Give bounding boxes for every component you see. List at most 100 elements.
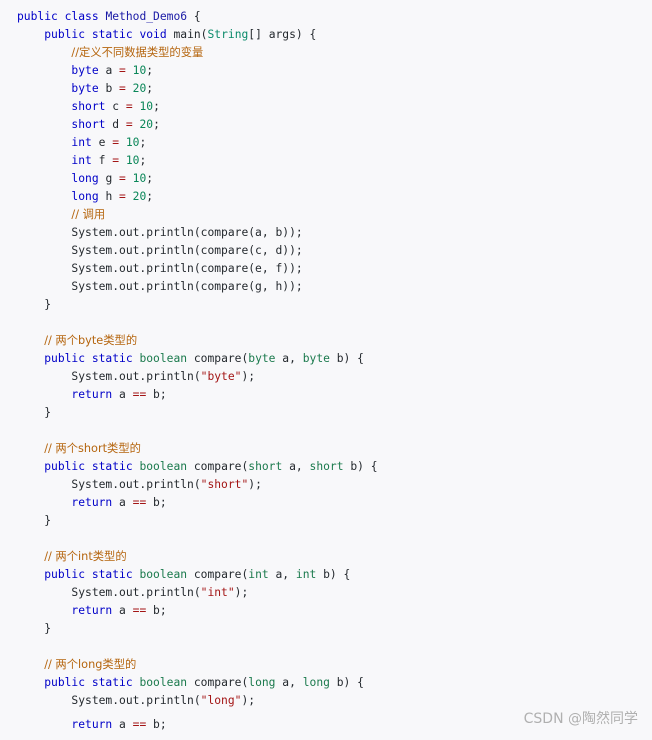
- variable-declaration: long h = 20;: [17, 188, 652, 206]
- variable-declaration: byte b = 20;: [17, 80, 652, 98]
- number: 10: [125, 154, 140, 167]
- number: 20: [132, 190, 147, 203]
- closing-brace: }: [17, 404, 652, 422]
- param-type: long: [302, 676, 330, 689]
- csdn-watermark: CSDN @陶然同学: [523, 711, 638, 727]
- method-signature: public static boolean compare(int a, int…: [17, 566, 652, 584]
- variable-declaration: long g = 10;: [17, 170, 652, 188]
- closing-brace: }: [17, 620, 652, 638]
- println-call: System.out.println(compare(e, f));: [17, 260, 652, 278]
- variable-declaration: short d = 20;: [17, 116, 652, 134]
- keyword: public class: [17, 10, 99, 23]
- statement: System.out.println(: [71, 586, 201, 599]
- println-call: System.out.println("byte");: [17, 368, 652, 386]
- operator: ==: [132, 388, 147, 401]
- param: b) {: [329, 352, 364, 365]
- punct: {: [187, 10, 201, 23]
- punct: );: [248, 478, 262, 491]
- operand: b;: [146, 496, 167, 509]
- type-keyword: short: [71, 100, 106, 113]
- punct: ;: [146, 190, 154, 203]
- type-keyword: int: [71, 136, 92, 149]
- operand: a: [112, 604, 133, 617]
- keyword: return: [71, 388, 113, 401]
- println-call: System.out.println(compare(g, h));: [17, 278, 652, 296]
- punct: ;: [146, 172, 154, 185]
- operator: =: [119, 64, 126, 77]
- type-keyword: int: [71, 154, 92, 167]
- method-signature: public static boolean compare(byte a, by…: [17, 350, 652, 368]
- println-call: System.out.println(compare(c, d));: [17, 242, 652, 260]
- method-name: compare(: [187, 676, 249, 689]
- operator: =: [112, 154, 120, 167]
- number: 10: [132, 64, 147, 77]
- compare-methods: // 两个byte类型的 public static boolean compa…: [17, 314, 652, 734]
- println-call: System.out.println("short");: [17, 476, 652, 494]
- comment: // 两个byte类型的: [44, 334, 138, 347]
- param-type: byte: [302, 352, 330, 365]
- punct: ;: [153, 118, 160, 131]
- variable-declarations: byte a = 10; byte b = 20; short c = 10; …: [17, 62, 652, 206]
- operator: =: [112, 136, 120, 149]
- comment-line: // 两个int类型的: [17, 548, 652, 566]
- type: String: [207, 28, 249, 41]
- operator: ==: [132, 496, 147, 509]
- operand: b;: [146, 388, 167, 401]
- brace: }: [44, 406, 52, 419]
- return-type: void: [139, 28, 167, 41]
- class-name: Method_Demo6: [105, 10, 188, 23]
- keyword: public static: [44, 28, 133, 41]
- statement: System.out.println(compare(e, f));: [71, 262, 303, 275]
- number: 10: [139, 100, 154, 113]
- variable-name: e: [91, 136, 113, 149]
- type-keyword: long: [71, 172, 99, 185]
- variable-name: g: [98, 172, 120, 185]
- number: 10: [132, 172, 147, 185]
- brace: }: [44, 298, 52, 311]
- type-keyword: byte: [71, 82, 99, 95]
- variable-declaration: byte a = 10;: [17, 62, 652, 80]
- operator: ==: [132, 604, 147, 617]
- brace: }: [44, 622, 52, 635]
- return-type: boolean: [139, 460, 188, 473]
- string-literal: "long": [200, 694, 242, 707]
- operator: =: [125, 100, 133, 113]
- operand: a: [112, 718, 133, 731]
- type-keyword: short: [71, 118, 106, 131]
- method-signature: public static boolean compare(long a, lo…: [17, 674, 652, 692]
- param: a,: [275, 676, 303, 689]
- type-keyword: byte: [71, 64, 99, 77]
- statement: System.out.println(: [71, 478, 201, 491]
- method-signature: public static boolean compare(short a, s…: [17, 458, 652, 476]
- punct: );: [241, 370, 256, 383]
- statement: System.out.println(compare(c, d));: [71, 244, 303, 257]
- punct: );: [241, 694, 256, 707]
- variable-declaration: int f = 10;: [17, 152, 652, 170]
- comment-line: // 调用: [17, 206, 652, 224]
- variable-declaration: int e = 10;: [17, 134, 652, 152]
- comment: // 调用: [71, 208, 106, 221]
- brace: }: [44, 514, 52, 527]
- return-statement: return a == b;: [17, 602, 652, 620]
- comment: // 两个long类型的: [44, 658, 137, 671]
- param: a,: [268, 568, 296, 581]
- variable-name: c: [105, 100, 126, 113]
- method-name: compare(: [187, 352, 249, 365]
- variable-name: b: [98, 82, 120, 95]
- return-type: boolean: [139, 352, 188, 365]
- keyword: public static: [44, 568, 133, 581]
- method-name: compare(: [187, 460, 249, 473]
- param: a,: [275, 352, 303, 365]
- param-type: long: [248, 676, 276, 689]
- punct: ;: [139, 154, 147, 167]
- statement: System.out.println(compare(g, h));: [71, 280, 303, 293]
- statement: System.out.println(compare(a, b));: [71, 226, 303, 239]
- param-type: short: [309, 460, 344, 473]
- variable-name: a: [98, 64, 120, 77]
- keyword: return: [71, 496, 113, 509]
- number: 20: [132, 82, 147, 95]
- punct: );: [234, 586, 249, 599]
